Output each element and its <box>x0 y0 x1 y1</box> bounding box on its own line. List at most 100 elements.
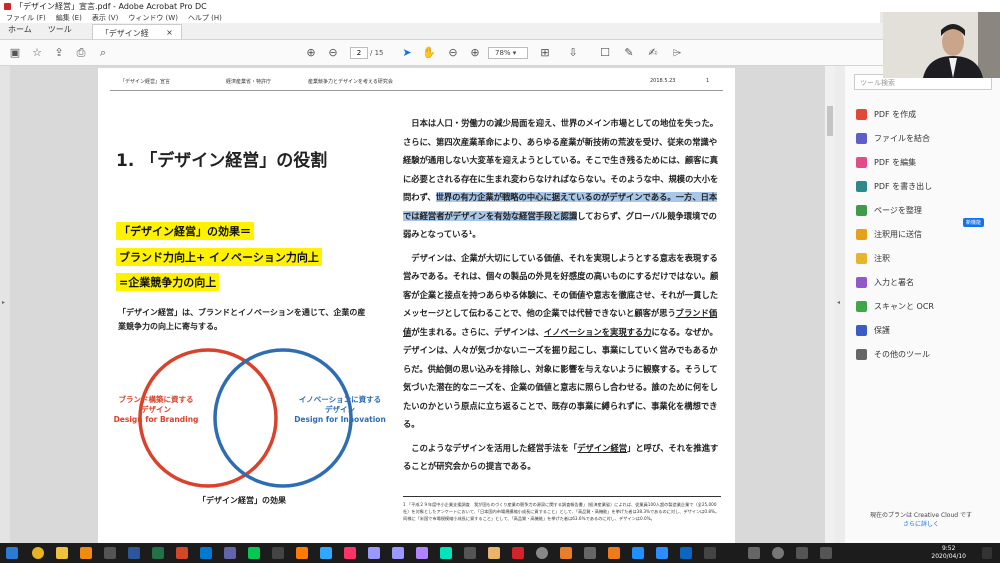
comment-icon[interactable]: ☐ <box>598 46 612 60</box>
app-icon-10[interactable] <box>272 547 284 559</box>
body-text[interactable]: 日本は人口・労働力の減少局面を迎え、世界のメイン市場としての地位を失った。さらに… <box>403 114 721 481</box>
print-icon[interactable]: ⎙ <box>74 46 88 60</box>
expand-left-icon[interactable]: ▸ <box>2 299 5 306</box>
menu-file[interactable]: ファイル (F) <box>6 13 46 23</box>
illustrator-icon[interactable] <box>296 547 308 559</box>
tool-create-pdf[interactable]: PDF を作成 <box>856 102 934 126</box>
chrome-icon[interactable] <box>32 547 44 559</box>
app-icon-22[interactable] <box>560 547 572 559</box>
page-number-input[interactable]: 2 <box>350 47 368 59</box>
tool-more-tools[interactable]: その他のツール <box>856 342 934 366</box>
innovation-underline: イノベーションを実現する力 <box>543 326 652 337</box>
indesign-icon[interactable] <box>344 547 356 559</box>
word-icon[interactable] <box>128 547 140 559</box>
app-icon-18[interactable] <box>464 547 476 559</box>
vertical-scrollbar[interactable] <box>825 66 835 543</box>
page-up-icon[interactable]: ⊕ <box>304 46 318 60</box>
p1-text-a: 日本は人口・労働力の減少局面を迎え、世界のメイン市場としての地位を失った。さらに… <box>403 118 719 202</box>
app-icon-25[interactable] <box>632 547 644 559</box>
app-icon-21[interactable] <box>536 547 548 559</box>
clock-app-icon[interactable] <box>772 547 784 559</box>
page-header-org: 経済産業省・特許庁 <box>226 79 272 85</box>
tool-scan-ocr[interactable]: スキャンと OCR <box>856 294 934 318</box>
section-title: 1. 「デザイン経営」の役割 <box>116 151 328 171</box>
teams-icon[interactable] <box>224 547 236 559</box>
select-cursor-icon[interactable]: ➤ <box>400 46 414 60</box>
after-effects-icon[interactable] <box>368 547 380 559</box>
app-icon <box>4 2 11 10</box>
menu-view[interactable]: 表示 (V) <box>92 13 118 23</box>
tool-label: 保護 <box>874 325 890 335</box>
app-icon-4[interactable] <box>104 547 116 559</box>
app-icon-23[interactable] <box>584 547 596 559</box>
lightroom-icon[interactable] <box>320 547 332 559</box>
character-animator-icon[interactable] <box>416 547 428 559</box>
zoom-in-icon[interactable]: ⊕ <box>468 46 482 60</box>
app-icon-32[interactable] <box>820 547 832 559</box>
audition-icon[interactable] <box>440 547 452 559</box>
bridge-icon[interactable] <box>488 547 500 559</box>
blender-icon[interactable] <box>608 547 620 559</box>
bookmark-star-icon[interactable]: ☆ <box>30 46 44 60</box>
taskbar-clock[interactable]: 9:52 2020/04/10 <box>931 545 966 561</box>
line-icon[interactable] <box>248 547 260 559</box>
left-panel-toggle[interactable]: ▸ <box>0 66 10 543</box>
scrollbar-thumb[interactable] <box>827 106 833 136</box>
search-icon[interactable]: ⌕ <box>96 46 110 60</box>
zoom-app-icon[interactable] <box>656 547 668 559</box>
page-down-icon[interactable]: ⊖ <box>326 46 340 60</box>
tool-protect[interactable]: 保護 <box>856 318 934 342</box>
file-explorer-icon[interactable] <box>56 547 68 559</box>
app-icon-28[interactable] <box>704 547 716 559</box>
learn-more-link[interactable]: さらに詳しく <box>846 520 996 529</box>
acrobat-icon[interactable] <box>512 547 524 559</box>
share-icon[interactable]: ⌲ <box>670 46 684 60</box>
app-icon-27[interactable] <box>680 547 692 559</box>
tab-bar: ホーム ツール 「デザイン経営」宣言... × <box>0 23 1000 49</box>
tool-edit-pdf[interactable]: PDF を編集 <box>856 150 934 174</box>
close-tab-icon[interactable]: × <box>166 28 173 39</box>
calculator-icon[interactable] <box>748 547 760 559</box>
tool-organize-pages[interactable]: ページを整理 <box>856 198 934 222</box>
premiere-icon[interactable] <box>392 547 404 559</box>
tool-comment[interactable]: 注釈 <box>856 246 934 270</box>
menu-edit[interactable]: 編集 (E) <box>56 13 82 23</box>
outlook-icon[interactable] <box>200 547 212 559</box>
fit-page-icon[interactable]: ⊞ <box>538 46 552 60</box>
protect-shield-icon <box>856 324 867 336</box>
menu-help[interactable]: ヘルプ (H) <box>188 13 222 23</box>
highlight-pen-icon[interactable]: ✎ <box>622 46 636 60</box>
right-panel-toggle[interactable]: ◂ <box>835 66 845 543</box>
page-header-title: 「デザイン経営」宣言 <box>120 79 171 85</box>
upload-icon[interactable]: ⇪ <box>52 46 66 60</box>
tab-document[interactable]: 「デザイン経営」宣言... × <box>91 24 182 49</box>
hand-tool-icon[interactable]: ✋ <box>422 46 436 60</box>
tab-home[interactable]: ホーム <box>0 24 40 39</box>
tools-panel: ツール検索 PDF を作成 ファイルを結合 PDF を編集 PDF を書き出し … <box>835 66 1000 543</box>
webcam-person-image <box>883 12 1000 78</box>
toolbar: ▣ ☆ ⇪ ⎙ ⌕ ⊕ ⊖ 2 / 15 ➤ ✋ ⊖ ⊕ 78% ▾ ⊞ ⇩ ☐… <box>0 40 1000 66</box>
tool-send-for-comments[interactable]: 注釈用に送信 <box>856 222 934 246</box>
p2-text-c: になる。なぜか。デザインは、人々が気づかないニーズを掘り起こし、事業にしていく営… <box>403 326 718 430</box>
app-icon-31[interactable] <box>796 547 808 559</box>
tool-fill-sign[interactable]: 入力と署名 <box>856 270 934 294</box>
powerpoint-icon[interactable] <box>176 547 188 559</box>
vlc-icon[interactable] <box>80 547 92 559</box>
paragraph-3: このようなデザインを活用した経営手法を「デザイン経営」と呼び、それを推進すること… <box>403 439 721 476</box>
notification-icon[interactable] <box>982 547 992 559</box>
p2-text-b: が生まれる。さらに、デザインは、 <box>411 326 544 337</box>
windows-taskbar: 9:52 2020/04/10 <box>0 543 1000 563</box>
excel-icon[interactable] <box>152 547 164 559</box>
tool-export-pdf[interactable]: PDF を書き出し <box>856 174 934 198</box>
tab-tools[interactable]: ツール <box>40 24 80 39</box>
start-menu-icon[interactable] <box>6 547 18 559</box>
menu-window[interactable]: ウィンドウ (W) <box>128 13 178 23</box>
sign-icon[interactable]: ✍ <box>646 46 660 60</box>
save-icon[interactable]: ▣ <box>8 46 22 60</box>
zoom-out-icon[interactable]: ⊖ <box>446 46 460 60</box>
tool-combine-files[interactable]: ファイルを結合 <box>856 126 934 150</box>
zoom-select[interactable]: 78% ▾ <box>488 47 528 59</box>
scroll-mode-icon[interactable]: ⇩ <box>566 46 580 60</box>
page-header-number: 1 <box>706 78 710 84</box>
collapse-right-icon[interactable]: ◂ <box>837 299 840 306</box>
